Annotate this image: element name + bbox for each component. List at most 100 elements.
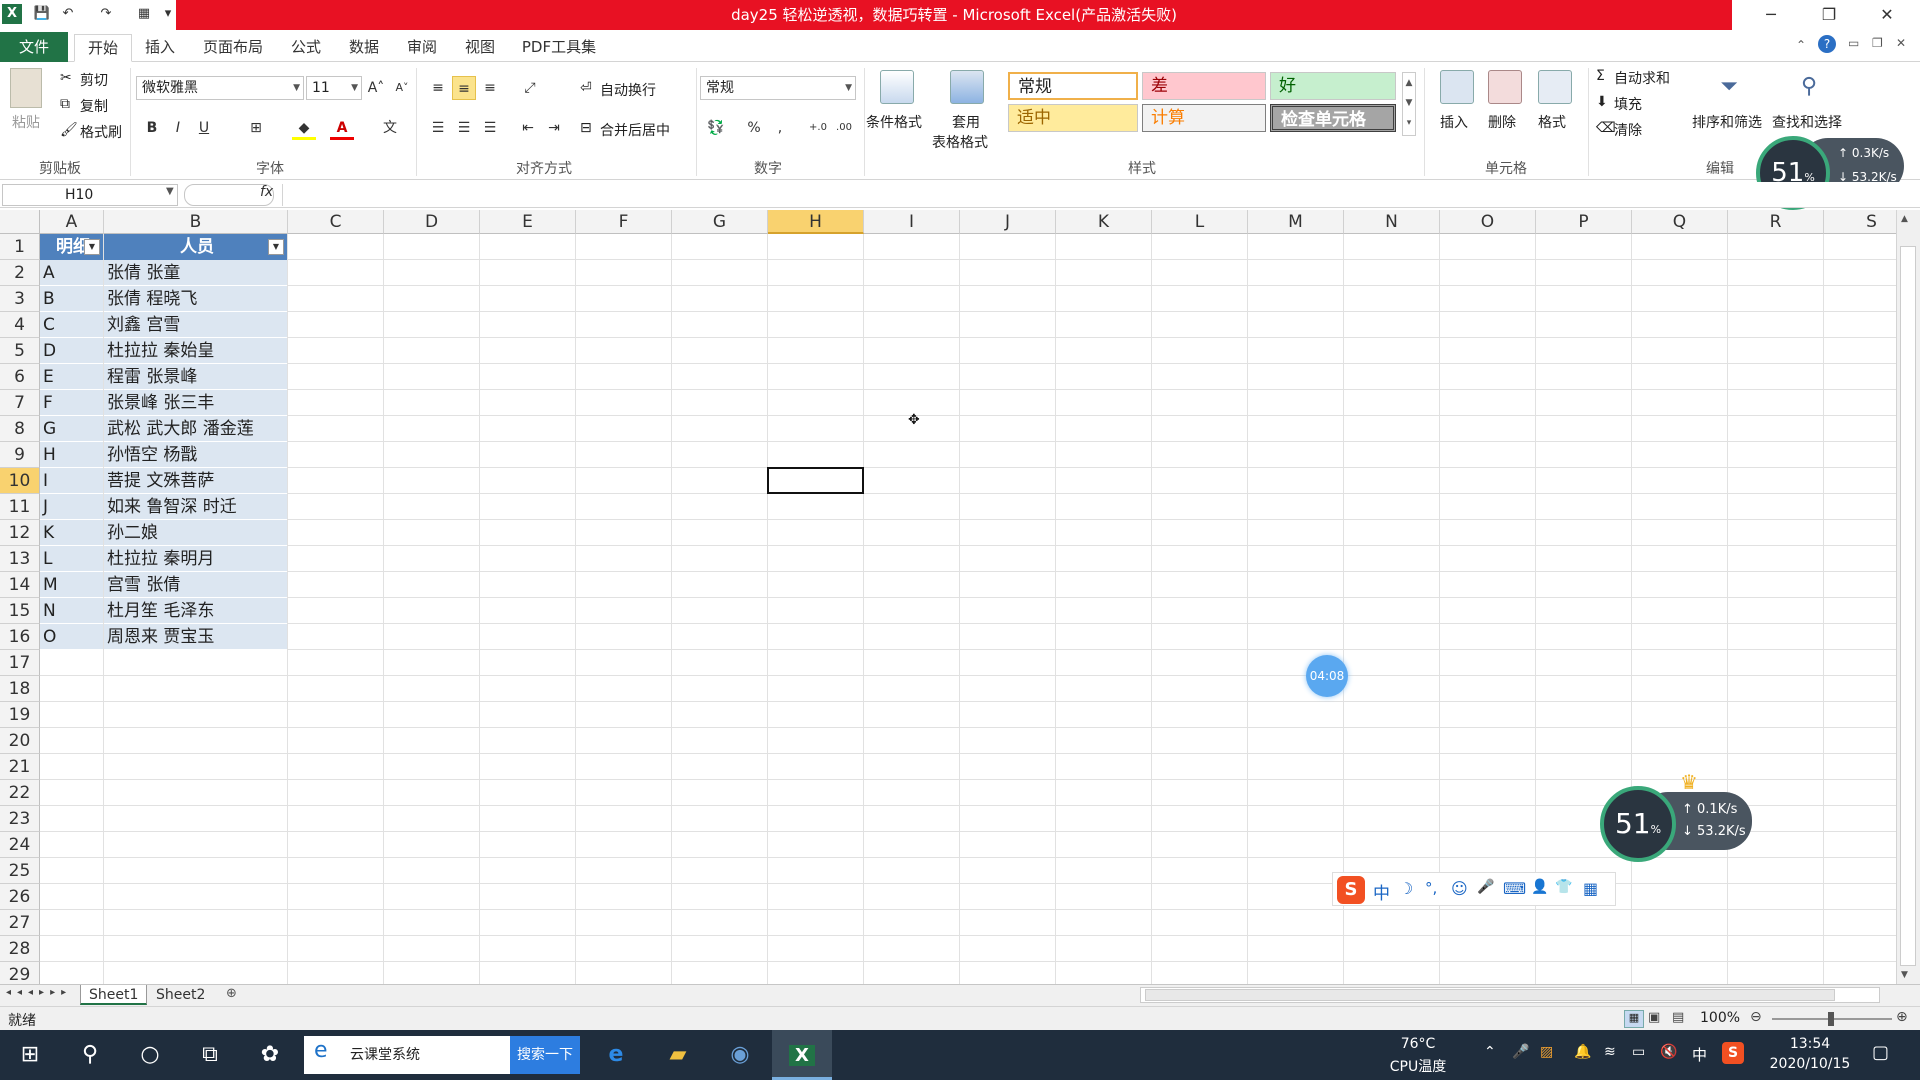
chevron-down-icon[interactable]: ▼ bbox=[166, 186, 174, 197]
tab-pdf-tools[interactable]: PDF工具集 bbox=[514, 34, 604, 62]
shrink-font-button[interactable]: A˅ bbox=[390, 76, 414, 100]
orientation-icon[interactable]: ⤢ bbox=[518, 76, 542, 100]
bold-button[interactable]: B bbox=[140, 116, 164, 140]
table-cell[interactable]: L bbox=[40, 546, 103, 572]
zoom-out-icon[interactable]: ⊖ bbox=[1750, 1009, 1762, 1025]
decrease-decimal-icon[interactable]: .00 bbox=[832, 116, 856, 140]
keyboard-icon[interactable]: ⌨ bbox=[1503, 879, 1526, 898]
save-icon[interactable]: 💾 bbox=[32, 4, 52, 24]
align-top-icon[interactable]: ≡ bbox=[426, 76, 450, 100]
column-header-m[interactable]: M bbox=[1248, 210, 1344, 234]
scroll-down-icon[interactable]: ▼ bbox=[1901, 970, 1908, 980]
copy-icon[interactable]: ⧉ bbox=[60, 96, 70, 112]
excel-taskbar-icon[interactable]: X bbox=[772, 1030, 832, 1080]
table-header-cell[interactable]: 人员 ▼ bbox=[104, 234, 287, 260]
column-header-r[interactable]: R bbox=[1728, 210, 1824, 234]
page-break-view-icon[interactable]: ▤ bbox=[1672, 1010, 1684, 1025]
table-cell[interactable]: 孙二娘 bbox=[104, 520, 287, 546]
table-cell[interactable]: N bbox=[40, 598, 103, 624]
table-cell[interactable]: H bbox=[40, 442, 103, 468]
column-header-q[interactable]: Q bbox=[1632, 210, 1728, 234]
align-bottom-icon[interactable]: ≡ bbox=[478, 76, 502, 100]
active-cell[interactable] bbox=[767, 467, 864, 494]
close-button[interactable]: ✕ bbox=[1864, 0, 1910, 30]
ime-mode-zh[interactable]: 中 bbox=[1373, 879, 1390, 904]
increase-indent-icon[interactable]: ⇥ bbox=[542, 116, 566, 140]
comma-button[interactable]: , bbox=[768, 116, 792, 140]
tab-insert[interactable]: 插入 bbox=[136, 34, 184, 62]
formula-input[interactable] bbox=[282, 184, 1896, 206]
app-pinwheel-icon[interactable]: ✿ bbox=[240, 1030, 300, 1080]
row-header-1[interactable]: 1 bbox=[0, 234, 40, 260]
paste-button[interactable]: 粘贴 bbox=[12, 112, 40, 132]
cortana-icon[interactable]: ○ bbox=[120, 1030, 180, 1080]
moon-icon[interactable]: ☽ bbox=[1399, 879, 1413, 898]
column-header-n[interactable]: N bbox=[1344, 210, 1440, 234]
tab-file[interactable]: 文件 bbox=[0, 32, 68, 62]
row-header-6[interactable]: 6 bbox=[0, 364, 40, 390]
help-icon[interactable]: ? bbox=[1818, 35, 1836, 53]
user-icon[interactable]: 👤 bbox=[1531, 879, 1548, 895]
find-select-button[interactable]: 查找和选择 bbox=[1772, 112, 1842, 132]
table-cell[interactable]: 张倩 程晓飞 bbox=[104, 286, 287, 312]
tab-view[interactable]: 视图 bbox=[456, 34, 504, 62]
align-left-icon[interactable]: ☰ bbox=[426, 116, 450, 140]
horizontal-scrollbar[interactable] bbox=[1140, 987, 1880, 1003]
phonetic-icon[interactable]: 文 bbox=[378, 116, 402, 140]
style-good[interactable]: 好 bbox=[1270, 72, 1396, 100]
sheet-tab-2[interactable]: Sheet2 bbox=[148, 985, 213, 1005]
sheet-tab-1[interactable]: Sheet1 bbox=[80, 985, 148, 1005]
style-neutral[interactable]: 适中 bbox=[1008, 104, 1138, 132]
table-cell[interactable]: 程雷 张景峰 bbox=[104, 364, 287, 390]
row-header-8[interactable]: 8 bbox=[0, 416, 40, 442]
restore-button[interactable]: ❐ bbox=[1806, 0, 1852, 30]
new-sheet-icon[interactable]: ⊕ bbox=[226, 986, 237, 1001]
row-header-14[interactable]: 14 bbox=[0, 572, 40, 598]
row-header-22[interactable]: 22 bbox=[0, 780, 40, 806]
table-format-line2[interactable]: 表格格式 bbox=[932, 132, 988, 152]
format-cells-icon[interactable] bbox=[1538, 70, 1572, 104]
tab-formulas[interactable]: 公式 bbox=[282, 34, 330, 62]
style-bad[interactable]: 差 bbox=[1142, 72, 1266, 100]
row-header-7[interactable]: 7 bbox=[0, 390, 40, 416]
column-header-b[interactable]: B bbox=[104, 210, 288, 234]
row-header-28[interactable]: 28 bbox=[0, 936, 40, 962]
table-cell[interactable]: 武松 武大郎 潘金莲 bbox=[104, 416, 287, 442]
increase-decimal-icon[interactable]: +.0 bbox=[806, 116, 830, 140]
taskbar-search-box[interactable]: 云课堂系统 bbox=[304, 1036, 510, 1074]
row-header-4[interactable]: 4 bbox=[0, 312, 40, 338]
row-header-27[interactable]: 27 bbox=[0, 910, 40, 936]
table-cell[interactable]: B bbox=[40, 286, 103, 312]
table-cell[interactable]: C bbox=[40, 312, 103, 338]
name-box[interactable]: H10 bbox=[2, 184, 178, 206]
underline-button[interactable]: U bbox=[192, 116, 216, 140]
edge-icon[interactable]: e bbox=[586, 1030, 646, 1080]
column-header-h[interactable]: H bbox=[768, 210, 864, 234]
format-painter-button[interactable]: 格式刷 bbox=[80, 122, 122, 142]
sort-filter-icon[interactable]: ⏷ bbox=[1712, 70, 1746, 104]
delete-cells-button[interactable]: 删除 bbox=[1488, 112, 1516, 132]
italic-button[interactable]: I bbox=[166, 116, 190, 140]
h-scroll-thumb[interactable] bbox=[1145, 989, 1835, 1001]
percent-button[interactable]: % bbox=[742, 116, 766, 140]
filter-dropdown-icon[interactable]: ▼ bbox=[268, 239, 284, 255]
table-cell[interactable]: 如来 鲁智深 时迁 bbox=[104, 494, 287, 520]
font-color-icon[interactable]: A bbox=[330, 116, 354, 140]
copy-button[interactable]: 复制 bbox=[80, 96, 108, 116]
minimize-button[interactable]: ─ bbox=[1748, 0, 1794, 30]
style-normal[interactable]: 常规 bbox=[1008, 72, 1138, 100]
row-header-12[interactable]: 12 bbox=[0, 520, 40, 546]
collapse-ribbon-icon[interactable]: ⌃ bbox=[1796, 38, 1806, 52]
row-header-24[interactable]: 24 bbox=[0, 832, 40, 858]
clear-button[interactable]: 清除 bbox=[1614, 120, 1642, 140]
table-cell[interactable]: I bbox=[40, 468, 103, 494]
table-cell[interactable]: O bbox=[40, 624, 103, 650]
column-header-e[interactable]: E bbox=[480, 210, 576, 234]
styles-scroll-icon[interactable]: ▲ ▼ ▾ bbox=[1402, 72, 1416, 136]
table-cell[interactable]: 菩提 文殊菩萨 bbox=[104, 468, 287, 494]
sogou-tray-icon[interactable]: S bbox=[1722, 1042, 1744, 1064]
tray-app-icon[interactable]: ▨ bbox=[1540, 1044, 1553, 1060]
bell-icon[interactable]: 🔔 bbox=[1574, 1044, 1591, 1060]
volume-muted-icon[interactable]: 🔇 bbox=[1660, 1044, 1677, 1060]
scroll-up-icon[interactable]: ▲ bbox=[1901, 214, 1908, 224]
